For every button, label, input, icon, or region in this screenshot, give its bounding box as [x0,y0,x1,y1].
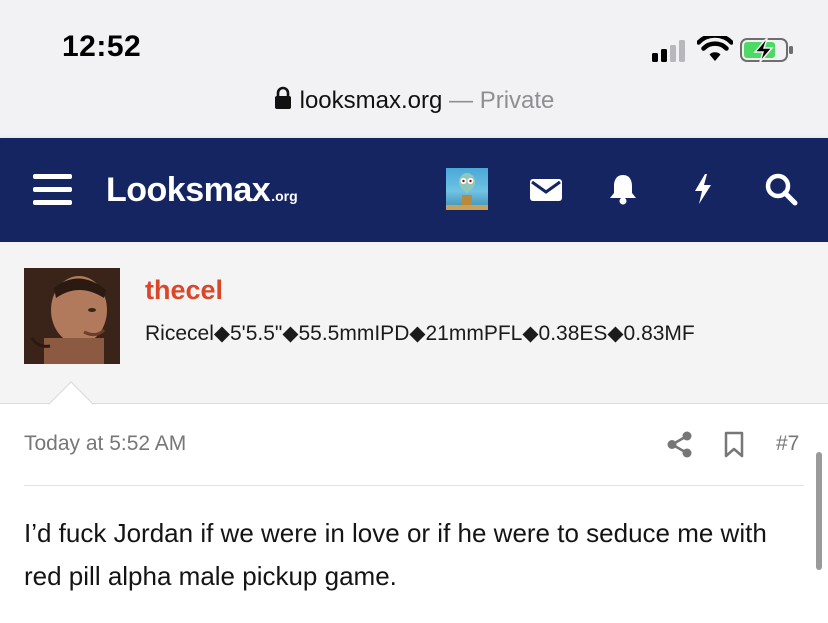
lock-icon [274,86,291,109]
author-arrow [48,381,94,406]
scrollbar[interactable] [816,452,822,570]
mail-icon[interactable] [529,172,563,206]
menu-icon[interactable] [33,172,73,208]
squidward-avatar-image [446,173,488,210]
url-host: looksmax.org [299,87,443,114]
post-body: I’d fuck Jordan if we were in love or if… [24,518,767,591]
signal-icon [652,40,690,62]
post-number[interactable]: #7 [776,432,799,456]
author-avatar[interactable] [24,268,120,364]
post-timestamp[interactable]: Today at 5:52 AM [24,432,186,456]
share-icon[interactable] [667,431,692,458]
author-photo [24,268,120,364]
url-mode: Private [479,87,555,114]
logo-tld: .org [271,188,298,204]
url-bar[interactable]: looksmax.org — Private [0,86,828,122]
wifi-icon [697,36,733,61]
clock: 12:52 [62,30,142,63]
author-title: Ricecel◆5'5.5"◆55.5mmIPD◆21mmPFL◆0.38ES◆… [145,322,695,345]
post-divider [24,485,804,486]
author-username[interactable]: thecel [145,275,223,306]
logo-main: Looksmax [106,171,271,209]
site-logo[interactable]: Looksmax.org [106,171,298,211]
lightning-icon[interactable] [686,172,720,206]
avatar[interactable] [446,168,488,210]
search-icon[interactable] [764,172,798,206]
bookmark-icon[interactable] [723,431,745,458]
bell-icon[interactable] [606,172,640,206]
url-separator: — [442,87,480,114]
battery-charging-icon [740,38,793,63]
